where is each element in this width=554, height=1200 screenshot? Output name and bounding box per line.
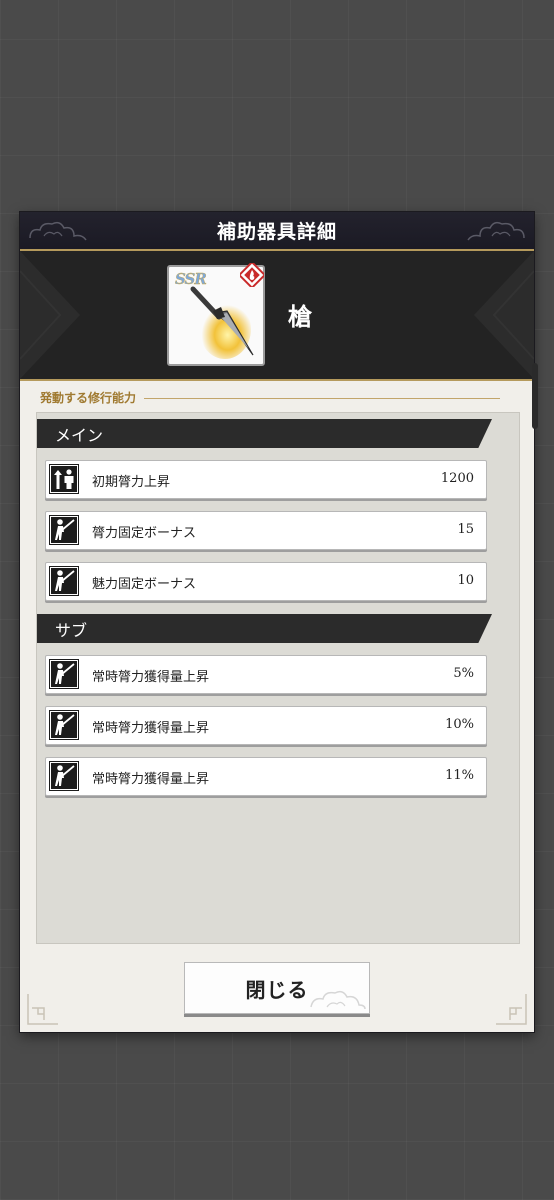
ability-name: 常時膂力獲得量上昇: [92, 721, 210, 736]
list-item[interactable]: 初期膂力上昇 1200: [45, 460, 487, 499]
dialog-title: 補助器具詳細: [216, 221, 337, 243]
corner-ornament-right-icon: [496, 994, 527, 1025]
close-button-label: 閉じる: [245, 977, 309, 1002]
corner-ornament-left-icon: [27, 994, 58, 1025]
cloud-ornament-icon: [310, 990, 366, 1010]
spear-icon: [190, 286, 254, 359]
main-category-header: メイン: [37, 419, 492, 448]
swordsman-icon: [49, 659, 79, 689]
section-label: 発動する修行能力: [40, 391, 137, 405]
section-divider: [144, 398, 500, 399]
swordsman-icon: [49, 761, 79, 791]
ability-value: 1200: [440, 471, 474, 486]
swordsman-icon: [49, 566, 79, 596]
ability-value: 5%: [453, 666, 474, 681]
scrollbar[interactable]: [532, 363, 538, 429]
list-item[interactable]: 常時膂力獲得量上昇 11%: [45, 757, 487, 796]
ability-value: 10%: [445, 717, 474, 732]
ability-name: 膂力固定ボーナス: [92, 526, 197, 541]
hero-divider: [20, 379, 534, 381]
close-button[interactable]: 閉じる: [184, 962, 370, 1014]
fire-element-icon: [240, 263, 264, 287]
equipment-detail-dialog: 補助器具詳細 SSR 槍 発動する修行能力 メイン 初期膂力上昇 1200 膂力…: [20, 212, 534, 1032]
item-card[interactable]: SSR: [167, 263, 265, 366]
item-hero: SSR 槍: [20, 251, 534, 379]
list-item[interactable]: 魅力固定ボーナス 10: [45, 562, 487, 601]
decor-pattern-left: [20, 251, 80, 379]
rarity-badge: SSR: [175, 270, 207, 288]
list-item[interactable]: 常時膂力獲得量上昇 10%: [45, 706, 487, 745]
list-item[interactable]: 常時膂力獲得量上昇 5%: [45, 655, 487, 694]
decor-pattern-right: [474, 251, 534, 379]
swordsman-icon: [49, 515, 79, 545]
swordsman-icon: [49, 710, 79, 740]
list-item[interactable]: 膂力固定ボーナス 15: [45, 511, 487, 550]
ability-name: 魅力固定ボーナス: [92, 577, 197, 592]
title-bar: 補助器具詳細: [20, 212, 534, 251]
arrow-up-person-icon: [49, 464, 79, 494]
ability-name: 初期膂力上昇: [92, 475, 171, 490]
ability-name: 常時膂力獲得量上昇: [92, 772, 210, 787]
ability-panel: メイン 初期膂力上昇 1200 膂力固定ボーナス 15 魅力固定ボーナス 10 …: [36, 412, 520, 944]
ability-value: 11%: [445, 768, 474, 783]
cloud-ornament-left-icon: [29, 221, 87, 241]
ability-name: 常時膂力獲得量上昇: [92, 670, 210, 685]
sub-category-header: サブ: [37, 614, 492, 643]
ability-value: 10: [457, 573, 474, 588]
cloud-ornament-right-icon: [467, 221, 525, 241]
item-name: 槍: [288, 302, 312, 331]
ability-value: 15: [457, 522, 474, 537]
